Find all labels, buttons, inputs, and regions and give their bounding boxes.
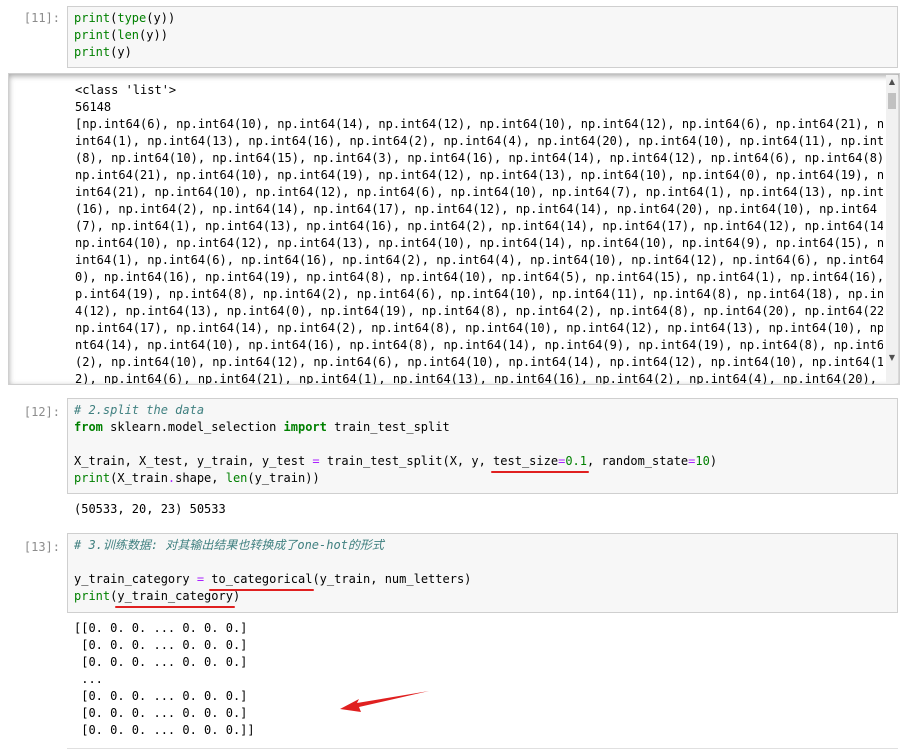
cell-11-output-text: <class 'list'> 56148 [np.int64(6), np.int6… (75, 82, 883, 385)
code-token: X_train, X_test, y_train, y_test (74, 454, 313, 468)
cell-13-prompt: [13]: (23, 540, 60, 554)
builtin-print: print (74, 589, 111, 603)
output-line: (7), np.int64(1), np.int64(13), np.int64… (75, 219, 883, 233)
code-line: print(type(y)) (68, 10, 897, 27)
code-token: , random_state (587, 454, 689, 468)
output-line: nt64(14), np.int64(10), np.int64(16), np… (75, 338, 883, 352)
scroll-thumb[interactable] (888, 93, 896, 109)
output-line: ... (74, 672, 103, 686)
code-token: (X_train (110, 471, 168, 485)
keyword-import: import (283, 420, 327, 434)
cell-11-prompt: [11]: (23, 11, 60, 25)
code-token: ) (232, 589, 241, 603)
output-line: (8), np.int64(10), np.int64(15), np.int6… (75, 151, 883, 165)
output-scrollbar[interactable]: ▲ ▼ (886, 75, 898, 383)
builtin-print: print (74, 45, 111, 59)
number-literal: 10 (695, 454, 710, 468)
code-token: sklearn.model_selection (102, 420, 284, 434)
cell-divider (67, 748, 898, 749)
output-line: int64(1), np.int64(6), np.int64(16), np.… (75, 253, 883, 267)
cell-11-output-scroll-area[interactable]: <class 'list'> 56148 [np.int64(6), np.int6… (8, 73, 900, 385)
output-line: np.int64(10), np.int64(12), np.int64(13)… (75, 236, 883, 250)
code-line: print(X_train.shape, len(y_train)) (68, 470, 897, 487)
code-token: ( (110, 589, 118, 603)
code-token: test_size (493, 454, 559, 468)
annotated-y-train-category: y_train_category (115, 589, 235, 608)
output-line: 0), np.int64(16), np.int64(19), np.int64… (75, 270, 883, 284)
output-line: np.int64(17), np.int64(14), np.int64(2),… (75, 321, 883, 335)
builtin-len: len (117, 28, 140, 42)
cell-12-prompt: [12]: (23, 405, 60, 419)
code-token: (y) (110, 45, 132, 59)
cell-13-output-text: [[0. 0. 0. ... 0. 0. 0.] [0. 0. 0. ... 0… (74, 620, 255, 739)
code-token: shape, (175, 471, 226, 485)
annotated-test-size: test_size=0.1 (491, 453, 589, 473)
output-line: [0. 0. 0. ... 0. 0. 0.] (74, 689, 248, 703)
code-comment: # 2.split the data (74, 403, 205, 417)
code-token: (y_train, num_letters) (312, 572, 472, 586)
output-line: [0. 0. 0. ... 0. 0. 0.] (74, 706, 248, 720)
code-line: print(y) (68, 44, 897, 61)
cell-12-output-text: (50533, 20, 23) 50533 (74, 502, 226, 516)
output-line: [np.int64(6), np.int64(10), np.int64(14)… (75, 117, 883, 131)
red-arrow-annotation-icon (340, 691, 429, 712)
cell-12-code-editor[interactable]: # 2.split the data from sklearn.model_se… (67, 398, 898, 494)
output-line: (2), np.int64(10), np.int64(12), np.int6… (75, 355, 883, 369)
cell-13-code-editor[interactable]: # 3.训练数据: 对其输出结果也转换成了one-hot的形式 y_train_… (67, 533, 898, 613)
output-line: 4(12), np.int64(13), np.int64(0), np.int… (75, 304, 883, 318)
builtin-print: print (74, 28, 111, 42)
code-line: y_train_category = to_categorical(y_trai… (68, 571, 897, 591)
code-token: (y_train)) (247, 471, 320, 485)
output-line: int64(21), np.int64(10), np.int64(12), n… (75, 185, 883, 199)
cell-11-code-editor[interactable]: print(type(y)) print(len(y)) print(y) (67, 6, 898, 68)
output-line: <class 'list'> (75, 83, 177, 97)
code-line: # 2.split the data (68, 402, 897, 419)
code-token: y_train_category (74, 572, 197, 586)
output-line: 56148 (75, 100, 112, 114)
output-line: [[0. 0. 0. ... 0. 0. 0.] (74, 621, 248, 635)
scroll-down-arrow-icon[interactable]: ▼ (886, 352, 898, 364)
code-token: train_test_split (326, 420, 450, 434)
builtin-type: type (117, 11, 147, 25)
code-line: # 3.训练数据: 对其输出结果也转换成了one-hot的形式 (68, 537, 897, 554)
builtin-print: print (74, 471, 111, 485)
output-line: 2), np.int64(6), np.int64(21), np.int64(… (75, 372, 883, 385)
code-token: ) (709, 454, 718, 468)
code-line: X_train, X_test, y_train, y_test = train… (68, 453, 897, 473)
output-line: int64(1), np.int64(13), np.int64(16), np… (75, 134, 883, 148)
builtin-len: len (225, 471, 248, 485)
output-line: np.int64(21), np.int64(10), np.int64(19)… (75, 168, 883, 182)
output-line: p.int64(19), np.int64(8), np.int64(2), n… (75, 287, 883, 301)
output-line: [0. 0. 0. ... 0. 0. 0.]] (74, 723, 255, 737)
code-line: print(len(y)) (68, 27, 897, 44)
keyword-from: from (74, 420, 103, 434)
number-literal: 0.1 (565, 454, 587, 468)
operator: = (196, 572, 205, 586)
output-line: [0. 0. 0. ... 0. 0. 0.] (74, 638, 248, 652)
code-line: print(y_train_category) (68, 588, 897, 608)
code-token: train_test_split(X, y, (319, 454, 494, 468)
annotated-to-categorical: to_categorical (209, 572, 315, 591)
output-line: (16), np.int64(2), np.int64(14), np.int6… (75, 202, 877, 216)
code-token: (y)) (146, 11, 176, 25)
code-line: from sklearn.model_selection import trai… (68, 419, 897, 436)
operator: = (312, 454, 320, 468)
builtin-print: print (74, 11, 111, 25)
code-token: (y)) (139, 28, 168, 42)
output-line: [0. 0. 0. ... 0. 0. 0.] (74, 655, 248, 669)
scroll-up-arrow-icon[interactable]: ▲ (886, 76, 898, 88)
code-comment: # 3.训练数据: 对其输出结果也转换成了one-hot的形式 (74, 538, 384, 552)
